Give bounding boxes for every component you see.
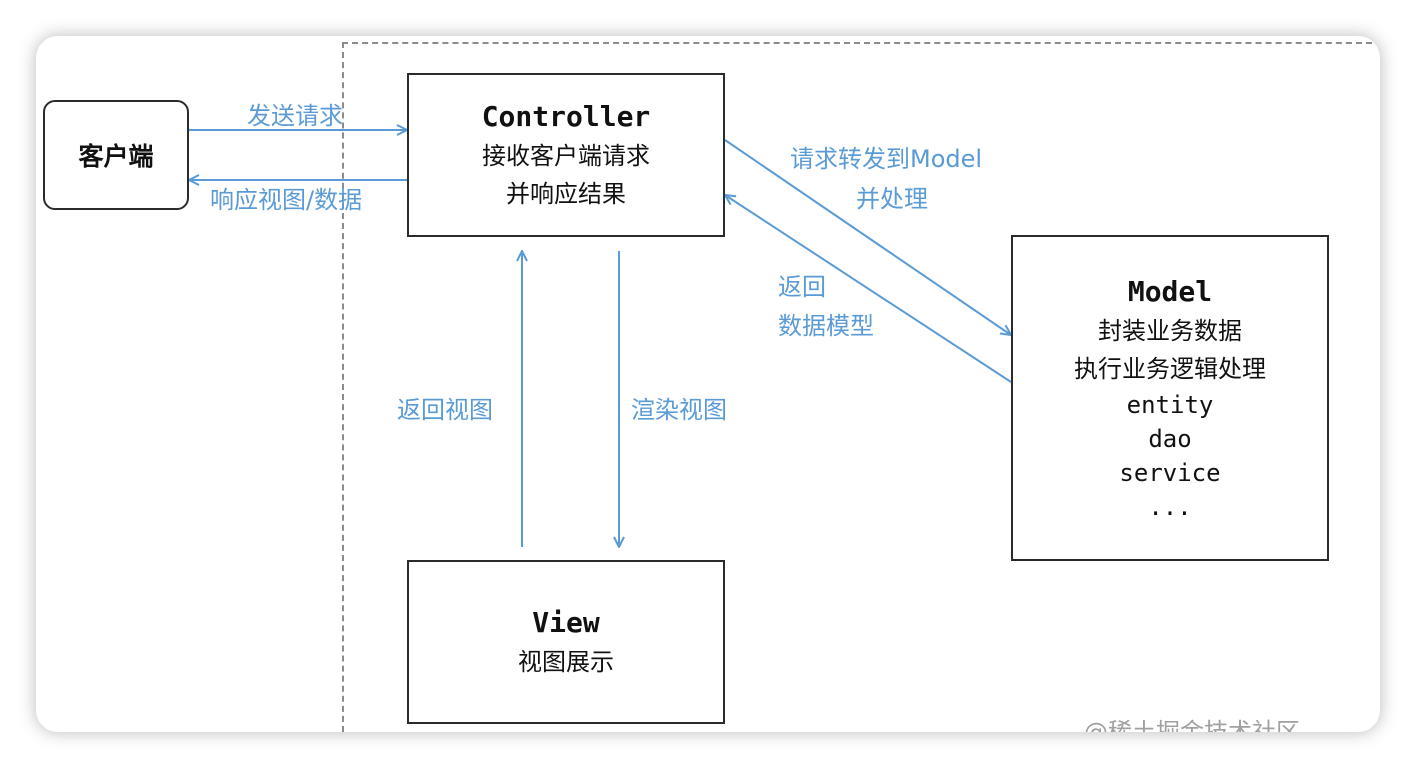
model-title: Model	[1127, 275, 1213, 308]
label-return-model-line-1: 返回	[778, 273, 826, 301]
label-send-request: 发送请求	[247, 102, 343, 130]
model-item-entity: entity	[1126, 391, 1214, 419]
label-return-model-line-2: 数据模型	[778, 312, 874, 340]
label-respond: 响应视图/数据	[210, 186, 363, 214]
controller-line-1: 接收客户端请求	[482, 142, 650, 170]
model-node: Model 封装业务数据 执行业务逻辑处理 entity dao service…	[1011, 235, 1329, 561]
view-node: View 视图展示	[407, 560, 725, 724]
label-forward-line-2: 并处理	[856, 185, 928, 213]
view-title: View	[532, 606, 600, 639]
controller-title: Controller	[481, 100, 651, 133]
arrow-return-model	[725, 195, 1012, 383]
controller-node: Controller 接收客户端请求 并响应结果	[407, 73, 725, 237]
label-render-view: 渲染视图	[631, 396, 727, 424]
label-return-view: 返回视图	[397, 396, 493, 424]
view-line-1: 视图展示	[518, 648, 614, 676]
client-node: 客户端	[43, 100, 189, 210]
watermark: @稀土掘金技术社区	[1084, 718, 1300, 732]
label-forward-line-1: 请求转发到Model	[790, 145, 983, 173]
controller-line-2: 并响应结果	[506, 180, 626, 208]
model-item-service: service	[1119, 459, 1221, 487]
model-line-2: 执行业务逻辑处理	[1074, 355, 1266, 383]
model-item-dao: dao	[1148, 425, 1192, 453]
diagram-frame: 客户端 Controller 接收客户端请求 并响应结果 Model 封装业务数…	[36, 36, 1380, 732]
model-item-ellipsis: ...	[1148, 493, 1192, 521]
model-line-1: 封装业务数据	[1098, 317, 1242, 345]
client-label: 客户端	[78, 142, 154, 171]
